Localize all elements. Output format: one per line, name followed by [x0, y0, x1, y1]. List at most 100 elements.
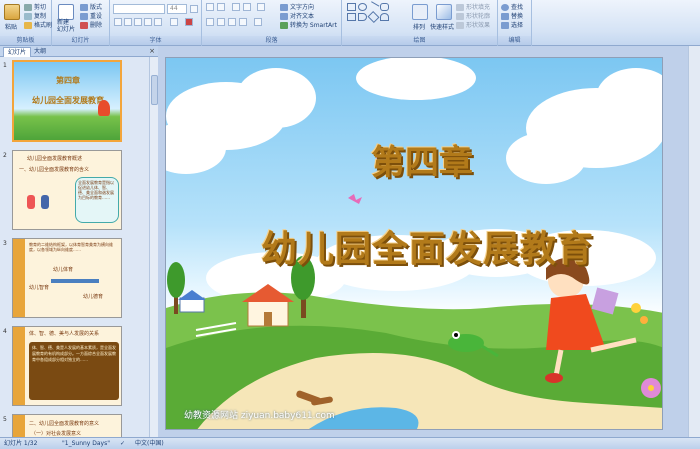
delete-button[interactable]: 删除	[80, 20, 102, 29]
italic-icon[interactable]	[124, 18, 132, 26]
new-slide-button[interactable]: 新建 幻灯片	[57, 19, 75, 33]
align-text-button[interactable]: 对齐文本	[280, 11, 314, 20]
clipboard-group: 粘贴 剪切 复制 格式刷 剪贴板	[0, 0, 52, 46]
columns-icon[interactable]	[254, 18, 262, 26]
font-name-box[interactable]	[113, 4, 165, 14]
align-text-icon	[280, 13, 288, 20]
bold-icon[interactable]	[114, 18, 122, 26]
shape-effects-label: 形状效果	[466, 22, 491, 29]
select-button[interactable]: 选择	[501, 20, 523, 29]
select-label: 选择	[511, 22, 524, 29]
language-indicator[interactable]: 中文(中国)	[135, 438, 164, 449]
fill-icon	[456, 4, 464, 11]
align-left-icon[interactable]	[206, 18, 214, 26]
thumb-callout: 全面发展教育是指以促进幼儿体、智、德、美全面和谐发展为目标的教育……	[75, 177, 119, 223]
arrange-icon	[412, 4, 428, 20]
case-icon[interactable]	[170, 18, 178, 26]
shape-outline-button[interactable]: 形状轮廓	[456, 11, 490, 20]
slides-group: 新建 幻灯片 版式 重设 删除 幻灯片	[52, 0, 110, 46]
slide-subtitle[interactable]: 幼儿园全面发展教育	[261, 220, 594, 272]
delete-label: 删除	[90, 22, 103, 29]
grow-font-icon[interactable]	[190, 5, 198, 13]
copy-button[interactable]: 复制	[24, 11, 46, 20]
font-color-icon[interactable]	[185, 18, 193, 26]
align-right-icon[interactable]	[228, 18, 236, 26]
quick-styles-icon	[436, 4, 452, 20]
smartart-button[interactable]: 转换为 SmartArt	[280, 20, 337, 29]
slide-number: 3	[3, 240, 7, 247]
underline-icon[interactable]	[134, 18, 142, 26]
format-painter-button[interactable]: 格式刷	[24, 20, 52, 29]
numbering-icon[interactable]	[217, 3, 225, 11]
child-figure-icon	[27, 195, 35, 209]
tab-outline[interactable]: 大纲	[30, 47, 50, 57]
slide-number: 5	[3, 416, 7, 423]
line-spacing-icon[interactable]	[257, 3, 265, 11]
close-icon[interactable]: ×	[149, 47, 155, 55]
decrease-indent-icon[interactable]	[232, 3, 240, 11]
increase-indent-icon[interactable]	[243, 3, 251, 11]
slide-thumbnail-3[interactable]: 教育的二维结构框架，以体育智育美育为横向维度，以各领域为纵向维度…… 幼儿体育 …	[12, 238, 122, 318]
editing-group-label: 编辑	[498, 36, 531, 45]
thumb-textbox: 体、智、德、美是人发展的基本素质，是全面发展教育的有机构成部分。一方面综合全面发…	[29, 342, 119, 400]
status-bar: 幻灯片 1/32 "1_Sunny Days" ✓ 中文(中国)	[0, 437, 700, 449]
find-label: 查找	[511, 4, 524, 11]
slide-thumbnail-5[interactable]: 二、幼儿园全面发展教育的意义 （一）对社会发展意义	[12, 414, 122, 437]
slide-number: 4	[3, 328, 7, 335]
tab-slides[interactable]: 幻灯片	[3, 47, 32, 57]
smartart-icon	[280, 22, 288, 29]
editing-group: 查找 替换 选择 编辑	[498, 0, 532, 46]
check-icon: ✓	[120, 440, 126, 447]
textbox-shape-icon[interactable]	[347, 13, 356, 21]
canvas-scrollbar[interactable]	[688, 46, 700, 437]
thumb-row: 幼儿德育	[83, 294, 104, 300]
reset-label: 重设	[90, 13, 103, 20]
oval-shape-icon[interactable]	[358, 3, 367, 11]
slide-number: 2	[3, 152, 7, 159]
paste-button[interactable]: 粘贴	[5, 22, 17, 31]
shadow-icon[interactable]	[154, 18, 162, 26]
panel-scrollbar[interactable]	[149, 57, 158, 437]
reset-icon	[80, 13, 88, 20]
thumb-row: 幼儿体育	[53, 267, 74, 273]
thumb-side-band	[13, 415, 25, 437]
slide-thumbnail-4[interactable]: 体、智、德、美与人发展的关系 体、智、德、美是人发展的基本素质，是全面发展教育的…	[12, 326, 122, 406]
effects-icon	[456, 22, 464, 29]
justify-icon[interactable]	[239, 18, 247, 26]
font-group-label: 字体	[110, 36, 201, 45]
thumb-body: 全面发展教育是指以促进幼儿体、智、德、美全面和谐发展为目标的教育……	[78, 180, 114, 200]
drawing-group: 排列 快速样式 形状填充 形状轮廓 形状效果 绘图	[342, 0, 498, 46]
shape-fill-button[interactable]: 形状填充	[456, 2, 490, 11]
reset-button[interactable]: 重设	[80, 11, 102, 20]
layout-button[interactable]: 版式	[80, 2, 102, 11]
bullets-icon[interactable]	[206, 3, 214, 11]
thumb-body: 体、智、德、美是人发展的基本素质，是全面发展教育的有机构成部分。一方面综合全面发…	[32, 345, 116, 362]
slide-thumbnail-2[interactable]: 幼儿园全面发展教育概述 一、幼儿园全面发展教育的含义 全面发展教育是指以促进幼儿…	[12, 150, 122, 230]
scrollbar-thumb[interactable]	[151, 75, 158, 105]
strikethrough-icon[interactable]	[144, 18, 152, 26]
paste-icon	[4, 4, 20, 20]
font-size-box[interactable]: 44	[167, 4, 187, 14]
text-direction-button[interactable]: 文字方向	[280, 2, 314, 11]
copy-label: 复制	[34, 13, 47, 20]
panel-tabs: 幻灯片 大纲 ×	[0, 46, 158, 57]
diamond-shape-icon[interactable]	[367, 10, 380, 24]
quick-styles-button[interactable]: 快速样式	[430, 22, 454, 31]
arrange-button[interactable]: 排列	[413, 22, 425, 31]
slide-thumbnail-1[interactable]: 第四章 幼儿园全面发展教育	[12, 60, 122, 142]
callout-shape-icon[interactable]	[380, 13, 389, 21]
child-figure-icon	[41, 195, 49, 209]
delete-icon	[80, 22, 88, 29]
current-slide[interactable]: 第四章 幼儿园全面发展教育 幼教资源网站 ziyuan.baby611.com	[165, 57, 663, 430]
rectangle-shape-icon[interactable]	[347, 3, 356, 11]
rounded-rect-icon[interactable]	[380, 3, 389, 11]
align-center-icon[interactable]	[217, 18, 225, 26]
drawing-group-label: 绘图	[342, 36, 497, 45]
shape-effects-button[interactable]: 形状效果	[456, 20, 490, 29]
replace-button[interactable]: 替换	[501, 11, 523, 20]
format-painter-label: 格式刷	[34, 22, 53, 29]
slide-title[interactable]: 第四章	[371, 135, 473, 184]
find-button[interactable]: 查找	[501, 2, 523, 11]
cut-button[interactable]: 剪切	[24, 2, 46, 11]
arrow-shape-icon[interactable]	[358, 13, 367, 21]
